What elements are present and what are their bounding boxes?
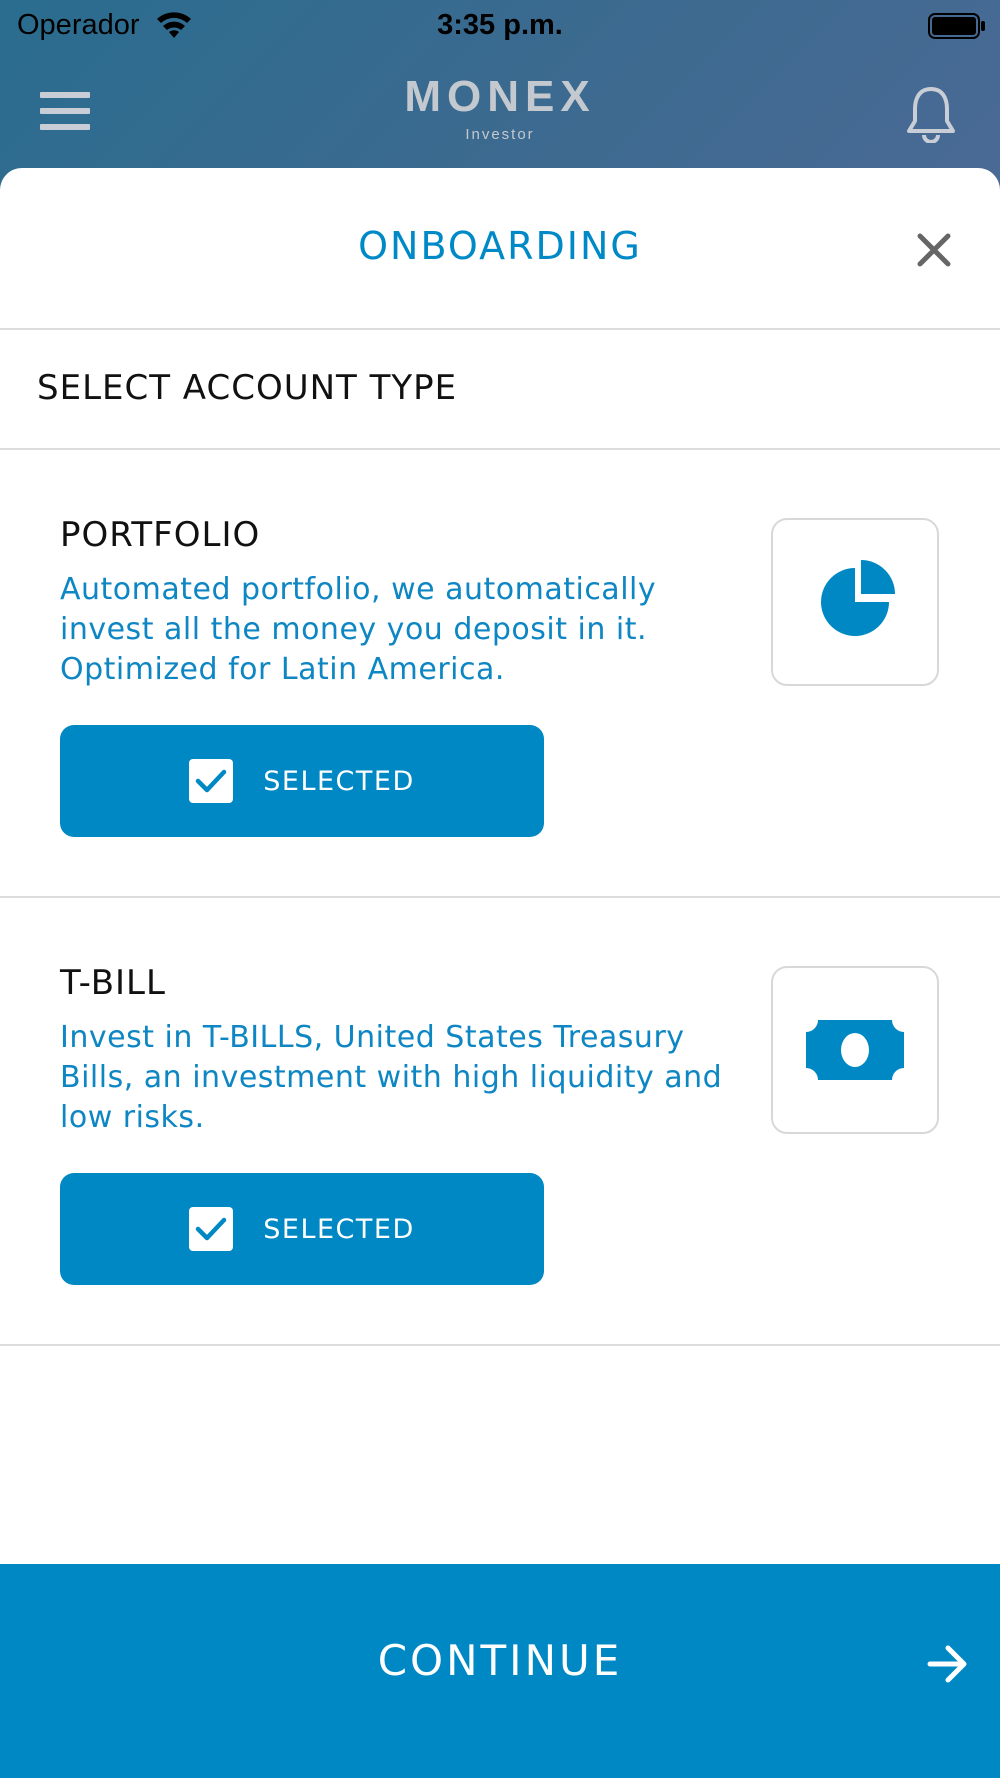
status-bar: Operador 3:35 p.m. [0, 0, 1000, 52]
checkbox-checked-icon [189, 759, 234, 803]
brand-name: MONEX [404, 72, 596, 121]
bell-icon[interactable] [905, 85, 957, 147]
money-bill-icon [771, 966, 939, 1134]
status-time: 3:35 p.m. [437, 9, 563, 41]
option-name: PORTFOLIO [60, 515, 261, 555]
checkbox-checked-icon [189, 1207, 234, 1251]
sheet-header: ONBOARDING [0, 168, 1000, 330]
page-title: ONBOARDING [358, 224, 642, 268]
onboarding-sheet: ONBOARDING SELECT ACCOUNT TYPE PORTFOLIO… [0, 168, 1000, 1778]
account-option-tbill: T-BILL Invest in T-BILLS, United States … [0, 898, 1000, 1346]
arrow-right-icon [926, 1644, 970, 1688]
monex-logo: MONEX Investor [0, 72, 1000, 143]
battery-icon [928, 13, 986, 46]
select-button-label: SELECTED [263, 765, 415, 797]
brand-subtitle: Investor [465, 126, 535, 143]
pie-chart-icon [771, 518, 939, 686]
section-title: SELECT ACCOUNT TYPE [0, 330, 1000, 450]
continue-label: CONTINUE [377, 1636, 623, 1685]
close-icon[interactable] [914, 230, 954, 274]
select-button-tbill[interactable]: SELECTED [60, 1173, 544, 1285]
option-description: Invest in T-BILLS, United States Treasur… [60, 1020, 723, 1135]
option-description: Automated portfolio, we automatically in… [60, 572, 657, 687]
select-button-portfolio[interactable]: SELECTED [60, 725, 544, 837]
option-name: T-BILL [60, 963, 166, 1003]
account-option-portfolio: PORTFOLIO Automated portfolio, we automa… [0, 450, 1000, 898]
continue-button[interactable]: CONTINUE [0, 1564, 1000, 1778]
select-button-label: SELECTED [263, 1213, 415, 1245]
